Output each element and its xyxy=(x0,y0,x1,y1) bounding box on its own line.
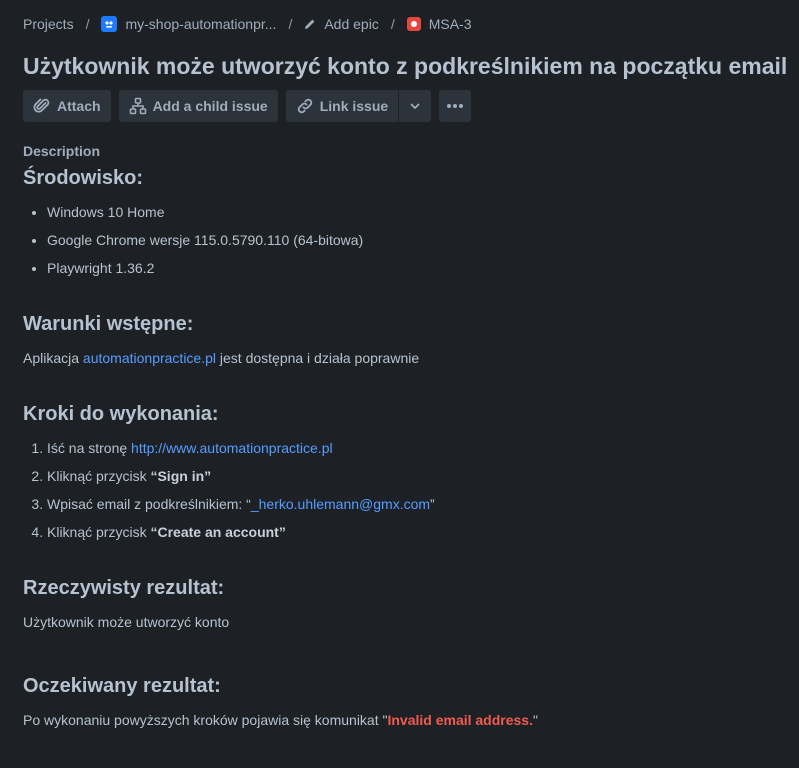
bug-type-icon xyxy=(406,17,421,31)
env-heading: Środowisko: xyxy=(23,167,144,189)
breadcrumb-project-label: my-shop-automationpr... xyxy=(125,16,277,32)
pencil-icon xyxy=(304,18,316,30)
breadcrumb-issue[interactable]: MSA-3 xyxy=(406,16,472,32)
expected-result-text: Po wykonaniu powyższych kroków pojawia s… xyxy=(23,710,783,730)
expected-suffix: " xyxy=(532,712,538,728)
breadcrumb-projects-label: Projects xyxy=(23,16,74,32)
issue-view: Projects / my-shop-automationpr... / Add… xyxy=(0,0,799,768)
expected-prefix: Po wykonaniu powyższych kroków pojawia s… xyxy=(23,712,388,728)
env-list: Windows 10 Home Google Chrome wersje 115… xyxy=(23,202,783,278)
step-text: Wpisać email z podkreślnikiem: “ xyxy=(47,496,251,512)
ellipsis-icon xyxy=(447,104,464,108)
step-text: Kliknąć przycisk xyxy=(47,468,151,484)
breadcrumb-separator: / xyxy=(390,16,395,32)
email-link[interactable]: _herko.uhlemann@gmx.com xyxy=(251,496,430,512)
website-link[interactable]: http://www.automationpractice.pl xyxy=(131,440,333,456)
list-item: Playwright 1.36.2 xyxy=(47,258,783,278)
breadcrumb-separator: / xyxy=(288,16,293,32)
description-label: Description xyxy=(23,143,101,159)
list-item: Wpisać email z podkreślnikiem: “_herko.u… xyxy=(47,494,783,514)
steps-list: Iść na stronę http://www.automationpract… xyxy=(23,438,783,542)
breadcrumb: Projects / my-shop-automationpr... / Add… xyxy=(23,14,472,34)
breadcrumb-add-epic-label: Add epic xyxy=(324,16,379,32)
list-item: Kliknąć przycisk “Sign in” xyxy=(47,466,783,486)
breadcrumb-separator: / xyxy=(85,16,90,32)
project-avatar-icon xyxy=(101,16,118,32)
steps-heading: Kroki do wykonania: xyxy=(23,403,219,425)
hierarchy-icon xyxy=(129,97,146,115)
list-item: Iść na stronę http://www.automationpract… xyxy=(47,438,783,458)
breadcrumb-issue-label: MSA-3 xyxy=(428,16,472,32)
link-issue-dropdown-button[interactable] xyxy=(399,90,432,122)
actual-result-text: Użytkownik może utworzyć konto xyxy=(23,614,230,630)
list-item: Windows 10 Home xyxy=(47,202,783,222)
preconditions-text: Aplikacja automationpractice.pl jest dos… xyxy=(23,348,783,368)
link-icon xyxy=(297,98,312,114)
add-child-issue-button[interactable]: Add a child issue xyxy=(118,90,278,122)
preconditions-prefix: Aplikacja xyxy=(23,350,83,366)
step-bold-text: “Create an account” xyxy=(150,524,286,540)
add-child-issue-label: Add a child issue xyxy=(152,98,268,114)
breadcrumb-projects[interactable]: Projects xyxy=(23,16,74,32)
chevron-down-icon xyxy=(410,103,420,109)
expected-result-heading: Oczekiwany rezultat: xyxy=(23,675,221,697)
link-issue-split-button: Link issue xyxy=(285,90,432,122)
paperclip-icon xyxy=(33,98,50,113)
list-item: Kliknąć przycisk “Create an account” xyxy=(47,522,783,542)
list-item: Google Chrome wersje 115.0.5790.110 (64-… xyxy=(47,230,783,250)
step-bold-text: “Sign in” xyxy=(150,468,212,484)
link-issue-button[interactable]: Link issue xyxy=(285,90,399,122)
link-issue-label: Link issue xyxy=(319,98,389,114)
description-content[interactable]: Środowisko: Windows 10 Home Google Chrom… xyxy=(23,164,783,730)
attach-button[interactable]: Attach xyxy=(23,90,111,122)
automationpractice-link[interactable]: automationpractice.pl xyxy=(83,350,216,366)
step-text: ” xyxy=(430,496,435,512)
step-text: Iść na stronę xyxy=(47,440,132,456)
error-message-text: Invalid email address. xyxy=(387,712,533,728)
attach-label: Attach xyxy=(57,98,101,114)
preconditions-suffix: jest dostępna i działa poprawnie xyxy=(216,350,420,366)
issue-toolbar: Attach Add a child issue Link issue xyxy=(23,90,472,122)
breadcrumb-add-epic[interactable]: Add epic xyxy=(304,16,379,32)
preconditions-heading: Warunki wstępne: xyxy=(23,313,194,335)
step-text: Kliknąć przycisk xyxy=(47,524,151,540)
actual-result-heading: Rzeczywisty rezultat: xyxy=(23,577,225,599)
issue-title[interactable]: Użytkownik może utworzyć konto z podkreś… xyxy=(23,50,787,82)
breadcrumb-project[interactable]: my-shop-automationpr... xyxy=(101,16,276,32)
more-actions-button[interactable] xyxy=(439,90,472,122)
